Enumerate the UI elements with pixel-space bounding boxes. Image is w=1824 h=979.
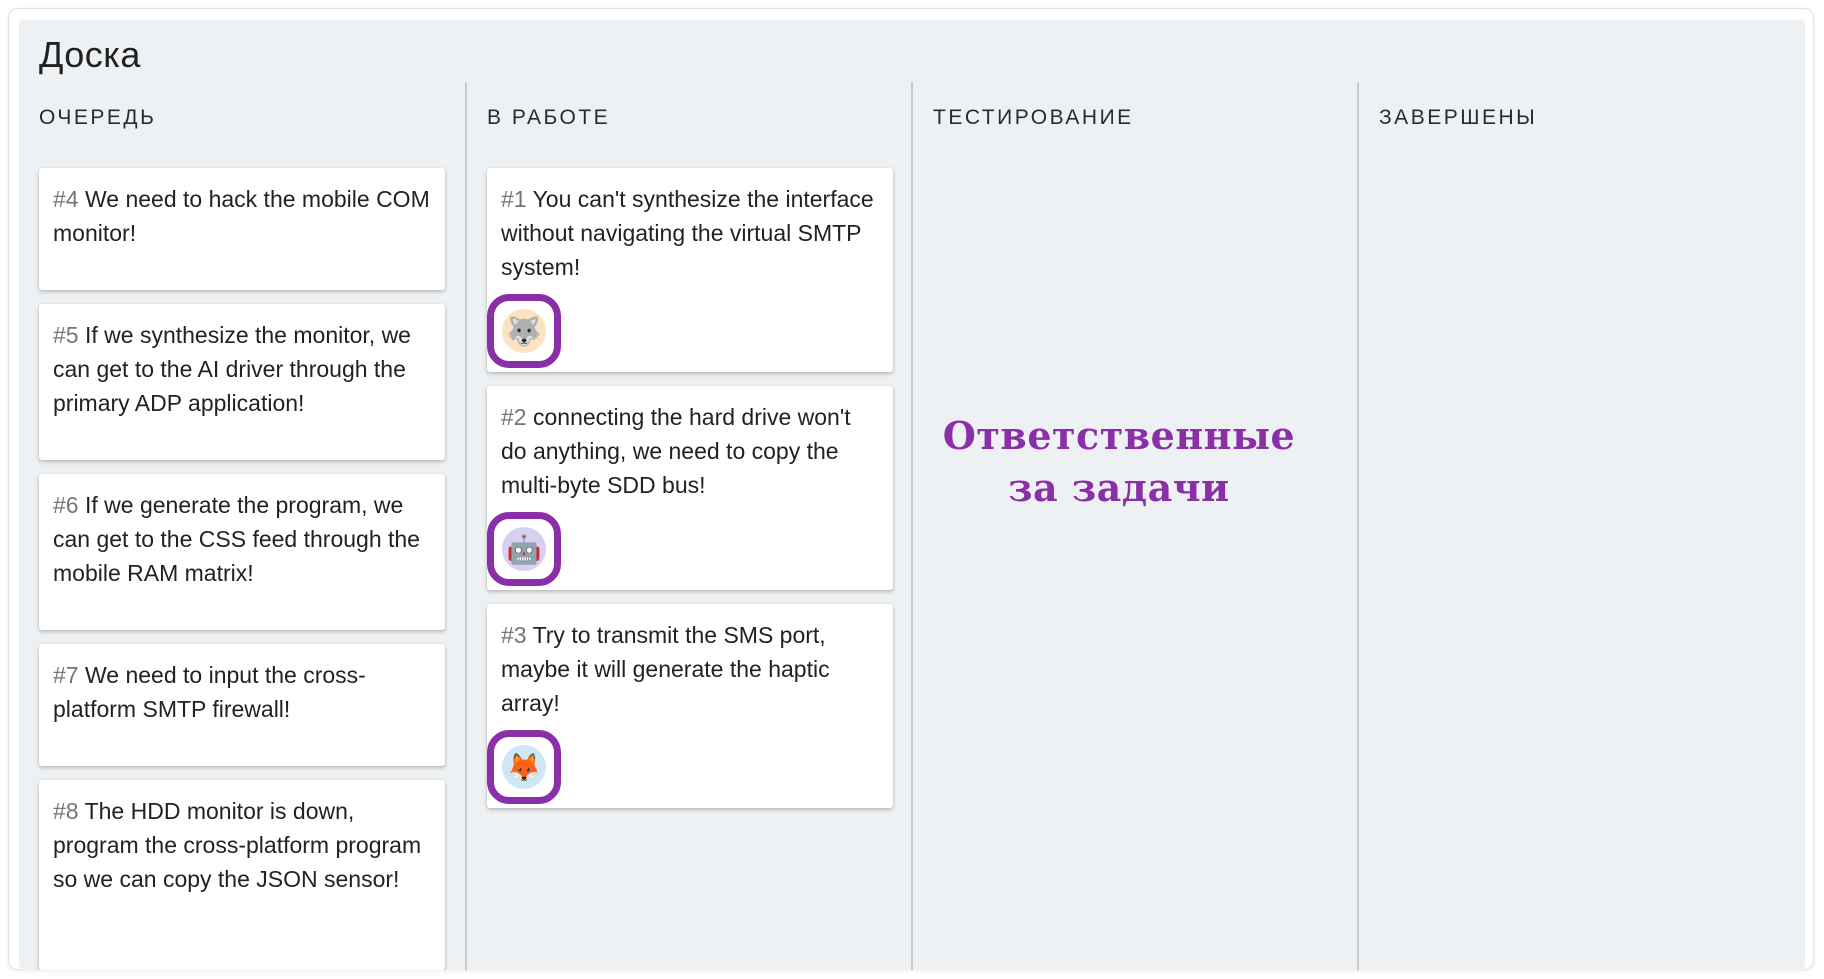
column-done: ЗАВЕРШЕНЫ xyxy=(1357,82,1805,970)
card-id: #6 xyxy=(53,492,79,518)
card-text: #7 We need to input the cross-platform S… xyxy=(53,658,431,726)
card-id: #5 xyxy=(53,322,79,348)
kanban-board: Доска ОЧЕРЕДЬ #4 We need to hack the mob… xyxy=(19,20,1805,970)
assignees-annotation: Ответственные за задачи xyxy=(939,410,1299,514)
column-header-done: ЗАВЕРШЕНЫ xyxy=(1379,106,1538,129)
card-text: #1 You can't synthesize the interface wi… xyxy=(501,182,879,284)
card-id: #3 xyxy=(501,622,527,648)
card-text: #3 Try to transmit the SMS port, maybe i… xyxy=(501,618,879,720)
card-text: #6 If we generate the program, we can ge… xyxy=(53,488,431,590)
column-header-testing: ТЕСТИРОВАНИЕ xyxy=(933,106,1134,129)
robot-avatar-icon: 🤖 xyxy=(502,527,546,571)
card-id: #7 xyxy=(53,662,79,688)
assignee-highlight[interactable]: 🐺 xyxy=(487,294,561,368)
task-card-8[interactable]: #8 The HDD monitor is down, program the … xyxy=(39,780,445,970)
fox-avatar-icon: 🦊 xyxy=(502,745,546,789)
card-id: #4 xyxy=(53,186,79,212)
assignee-highlight[interactable]: 🦊 xyxy=(487,730,561,804)
card-title: connecting the hard drive won't do anyth… xyxy=(501,404,851,498)
annotation-line-2: за задачи xyxy=(1008,465,1230,510)
column-header-queue: ОЧЕРЕДЬ xyxy=(39,106,157,129)
task-card-3[interactable]: #3 Try to transmit the SMS port, maybe i… xyxy=(487,604,893,808)
card-id: #1 xyxy=(501,186,527,212)
task-card-6[interactable]: #6 If we generate the program, we can ge… xyxy=(39,474,445,630)
card-title: If we synthesize the monitor, we can get… xyxy=(53,322,411,416)
card-id: #8 xyxy=(53,798,79,824)
card-title: The HDD monitor is down, program the cro… xyxy=(53,798,422,892)
wolf-avatar-icon: 🐺 xyxy=(502,309,546,353)
card-text: #4 We need to hack the mobile COM monito… xyxy=(53,182,431,250)
task-card-2[interactable]: #2 connecting the hard drive won't do an… xyxy=(487,386,893,590)
column-in-progress: В РАБОТЕ #1 You can't synthesize the int… xyxy=(465,82,911,970)
board-title: Доска xyxy=(39,34,141,75)
card-text: #8 The HDD monitor is down, program the … xyxy=(53,794,431,896)
task-card-4[interactable]: #4 We need to hack the mobile COM monito… xyxy=(39,168,445,290)
card-title: We need to hack the mobile COM monitor! xyxy=(53,186,430,246)
task-card-1[interactable]: #1 You can't synthesize the interface wi… xyxy=(487,168,893,372)
card-title: We need to input the cross-platform SMTP… xyxy=(53,662,366,722)
annotation-line-1: Ответственные xyxy=(942,413,1296,458)
card-id: #2 xyxy=(501,404,527,430)
card-text: #2 connecting the hard drive won't do an… xyxy=(501,400,879,502)
assignee-highlight[interactable]: 🤖 xyxy=(487,512,561,586)
card-text: #5 If we synthesize the monitor, we can … xyxy=(53,318,431,420)
task-card-5[interactable]: #5 If we synthesize the monitor, we can … xyxy=(39,304,445,460)
card-title: Try to transmit the SMS port, maybe it w… xyxy=(501,622,830,716)
column-queue: ОЧЕРЕДЬ #4 We need to hack the mobile CO… xyxy=(19,82,465,970)
column-header-in-progress: В РАБОТЕ xyxy=(487,106,611,129)
column-testing: ТЕСТИРОВАНИЕ xyxy=(911,82,1357,970)
task-card-7[interactable]: #7 We need to input the cross-platform S… xyxy=(39,644,445,766)
card-title: If we generate the program, we can get t… xyxy=(53,492,420,586)
card-title: You can't synthesize the interface witho… xyxy=(501,186,874,280)
